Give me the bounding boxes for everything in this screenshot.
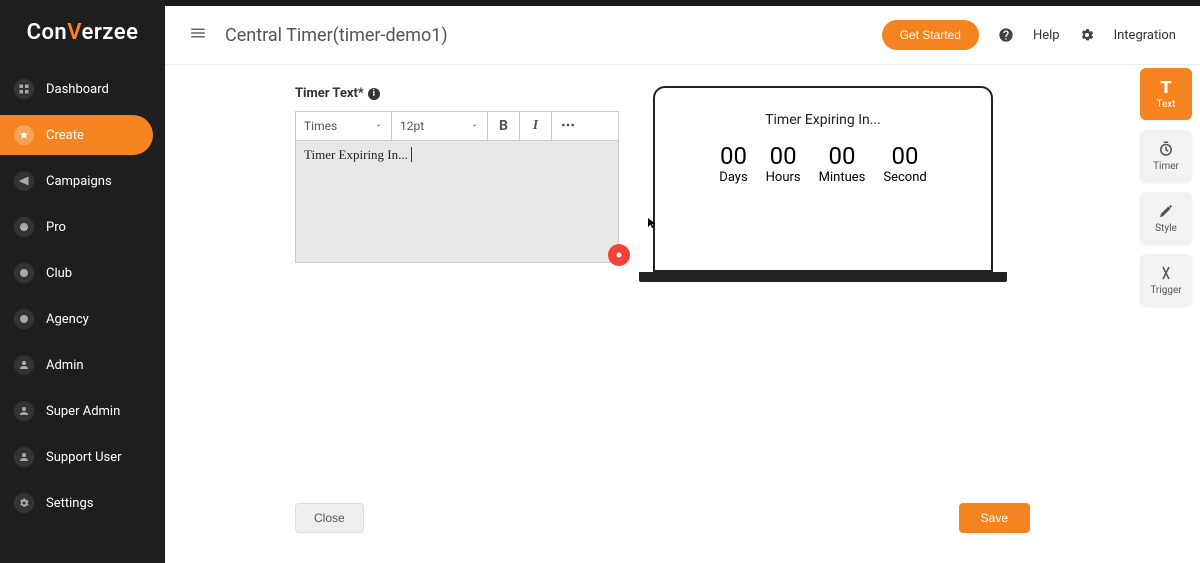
help-link[interactable]: Help <box>1033 28 1060 43</box>
editor-toolbar: Times 12pt B I <box>295 111 619 141</box>
side-tab-label: Text <box>1156 99 1175 110</box>
preview-screen: Timer Expiring In... 00 Days 00 Hours 00… <box>653 86 993 272</box>
sidebar-item-admin[interactable]: Admin <box>0 345 165 385</box>
more-options-button[interactable] <box>552 112 588 140</box>
sidebar-item-settings[interactable]: Settings <box>0 483 165 523</box>
text-icon <box>1157 78 1175 96</box>
record-badge-icon[interactable] <box>608 244 630 266</box>
trigger-icon <box>1157 264 1175 282</box>
timer-num: 00 <box>719 142 747 170</box>
sidebar-item-label: Pro <box>46 220 66 235</box>
timer-row: 00 Days 00 Hours 00 Mintues 00 Second <box>667 142 979 185</box>
sidebar-item-label: Create <box>46 128 84 143</box>
side-tab-label: Timer <box>1153 161 1179 172</box>
logo-mid: V <box>67 20 81 45</box>
dashboard-icon <box>14 79 34 99</box>
main: Central Timer(timer-demo1) Get Started H… <box>165 6 1200 563</box>
integration-link[interactable]: Integration <box>1114 28 1176 43</box>
sidebar-item-label: Club <box>46 266 72 281</box>
italic-button[interactable]: I <box>520 112 552 140</box>
save-button[interactable]: Save <box>959 503 1030 533</box>
support-user-icon <box>14 447 34 467</box>
editor-textarea[interactable]: Timer Expiring In... <box>295 141 619 263</box>
logo-pre: Con <box>27 20 68 45</box>
logo: ConVerzee <box>0 14 165 63</box>
timer-col-minutes: 00 Mintues <box>819 142 866 185</box>
timer-label: Mintues <box>819 170 866 185</box>
sidebar-item-label: Campaigns <box>46 174 112 189</box>
sidebar-item-support-user[interactable]: Support User <box>0 437 165 477</box>
close-button[interactable]: Close <box>295 503 364 533</box>
timer-icon <box>1157 140 1175 158</box>
font-size-select[interactable]: 12pt <box>392 112 488 140</box>
sidebar-item-label: Settings <box>46 496 93 511</box>
get-started-button[interactable]: Get Started <box>882 20 979 50</box>
laptop-base <box>639 272 1007 282</box>
timer-col-hours: 00 Hours <box>766 142 801 185</box>
sidebar-item-label: Support User <box>46 450 122 465</box>
sidebar-item-label: Admin <box>46 358 84 373</box>
sidebar-item-label: Dashboard <box>46 82 109 97</box>
editor-content: Timer Expiring In... <box>304 147 408 162</box>
timer-label: Days <box>719 170 747 185</box>
font-size-value: 12pt <box>400 119 424 133</box>
sidebar-item-super-admin[interactable]: Super Admin <box>0 391 165 431</box>
settings-icon <box>14 493 34 513</box>
side-tab-label: Trigger <box>1150 285 1181 296</box>
side-tab-label: Style <box>1155 223 1177 234</box>
editor-label-text: Timer Text* <box>295 86 364 101</box>
mouse-cursor-icon <box>646 215 658 235</box>
agency-icon <box>14 309 34 329</box>
sidebar-item-create[interactable]: Create <box>0 115 153 155</box>
timer-num: 00 <box>883 142 926 170</box>
menu-toggle-icon[interactable] <box>189 24 207 46</box>
logo-post: erzee <box>82 20 139 45</box>
gear-icon[interactable] <box>1078 26 1096 44</box>
nav-list: Dashboard Create Campaigns Pro Club Agen… <box>0 69 165 523</box>
timer-num: 00 <box>766 142 801 170</box>
tab-text[interactable]: Text <box>1140 68 1192 120</box>
sidebar-item-label: Agency <box>46 312 89 327</box>
sidebar-item-label: Super Admin <box>46 404 120 419</box>
bold-button[interactable]: B <box>488 112 520 140</box>
text-caret <box>408 147 412 162</box>
info-icon[interactable]: i <box>368 88 380 100</box>
sidebar: ConVerzee Dashboard Create Campaigns Pro… <box>0 0 165 563</box>
tab-style[interactable]: Style <box>1140 192 1192 244</box>
font-family-value: Times <box>304 119 337 133</box>
style-icon <box>1157 202 1175 220</box>
chevron-down-icon <box>374 119 383 133</box>
more-icon <box>560 117 576 136</box>
side-tabs: Text Timer Style Trigger <box>1140 68 1192 306</box>
campaigns-icon <box>14 171 34 191</box>
topbar: Central Timer(timer-demo1) Get Started H… <box>165 6 1200 65</box>
timer-num: 00 <box>819 142 866 170</box>
chevron-down-icon <box>470 119 479 133</box>
timer-col-second: 00 Second <box>883 142 926 185</box>
sidebar-item-club[interactable]: Club <box>0 253 165 293</box>
help-icon[interactable] <box>997 26 1015 44</box>
preview-title: Timer Expiring In... <box>667 112 979 128</box>
preview-laptop: Timer Expiring In... 00 Days 00 Hours 00… <box>653 86 993 282</box>
create-icon <box>14 125 34 145</box>
timer-label: Second <box>883 170 926 185</box>
pro-icon <box>14 217 34 237</box>
super-admin-icon <box>14 401 34 421</box>
page-title: Central Timer(timer-demo1) <box>225 25 864 46</box>
sidebar-item-agency[interactable]: Agency <box>0 299 165 339</box>
sidebar-item-pro[interactable]: Pro <box>0 207 165 247</box>
club-icon <box>14 263 34 283</box>
timer-col-days: 00 Days <box>719 142 747 185</box>
sidebar-item-dashboard[interactable]: Dashboard <box>0 69 165 109</box>
font-family-select[interactable]: Times <box>296 112 392 140</box>
admin-icon <box>14 355 34 375</box>
footer: Close Save <box>295 503 1030 533</box>
tab-trigger[interactable]: Trigger <box>1140 254 1192 306</box>
sidebar-item-campaigns[interactable]: Campaigns <box>0 161 165 201</box>
tab-timer[interactable]: Timer <box>1140 130 1192 182</box>
timer-label: Hours <box>766 170 801 185</box>
